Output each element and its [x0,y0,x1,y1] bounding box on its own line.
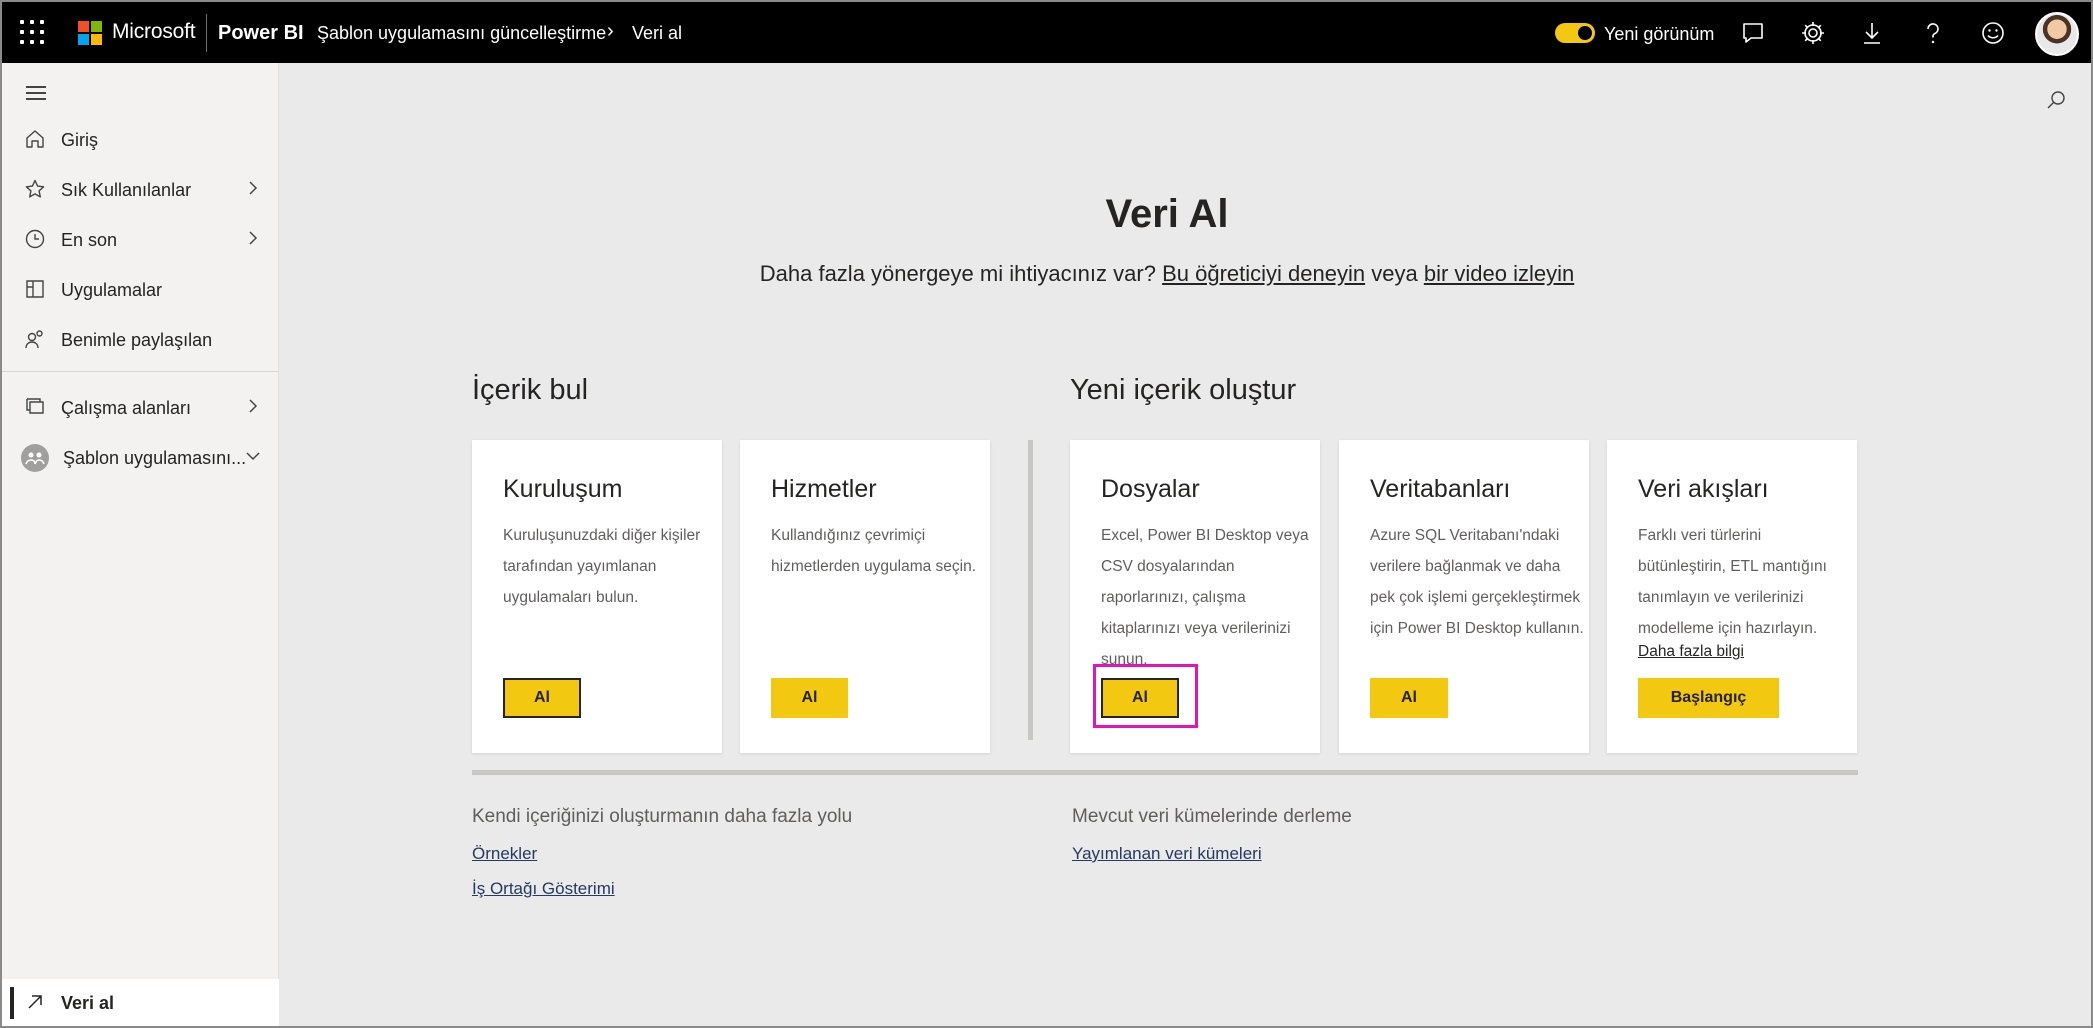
settings-gear-icon[interactable] [1799,19,1827,47]
get-organization-button[interactable]: Al [503,678,581,718]
sidebar-item-label: Giriş [61,130,98,150]
breadcrumb-chevron-icon: › [607,20,614,42]
card-services: Hizmetler Kullandığınız çevrimiçi hizmet… [740,440,990,753]
video-link[interactable]: bir video izleyin [1424,261,1574,286]
find-content-heading: İçerik bul [472,374,589,406]
search-icon[interactable] [2045,89,2067,111]
app-workspace-icon [21,444,49,472]
sidebar-item-template-app[interactable]: Şablon uygulamasını... [2,434,279,482]
sidebar-divider [2,371,279,372]
page-title: Veri Al [1105,192,1229,236]
microsoft-logo-icon [78,21,102,45]
card-description: Excel, Power BI Desktop veya CSV dosyala… [1101,527,1309,668]
feedback-icon[interactable] [1739,19,1767,47]
arrow-up-right-icon [28,995,42,1009]
get-databases-button[interactable]: Al [1370,678,1448,718]
card-organization: Kuruluşum Kuruluşunuzdaki diğer kişiler … [472,440,722,753]
top-bar: Microsoft Power BI Şablon uygulamasını g… [2,2,2091,63]
sidebar-item-home[interactable]: Giriş [2,116,279,164]
home-icon [26,130,44,148]
card-title: Kuruluşum [503,475,623,503]
section-horizontal-divider [472,770,1858,775]
power-bi-brand[interactable]: Power BI [218,22,304,45]
card-dataflows: Veri akışları Farklı veri türlerini bütü… [1607,440,1857,753]
page-subtitle: Daha fazla yönergeye mi ihtiyacınız var?… [2,261,2091,287]
smiley-feedback-icon[interactable] [1979,19,2007,47]
learn-more-link[interactable]: Daha fazla bilgi [1638,643,1744,661]
section-vertical-divider [1028,440,1033,740]
download-icon[interactable] [1858,19,1886,47]
card-description: Kuruluşunuzdaki diğer kişiler tarafından… [503,527,701,606]
sidebar-item-workspaces[interactable]: Çalışma alanları [2,384,279,432]
active-indicator [10,987,14,1019]
user-avatar[interactable] [2035,12,2079,56]
workspaces-icon [26,398,44,414]
published-datasets-link[interactable]: Yayımlanan veri kümeleri [1072,844,1262,864]
help-icon[interactable] [1919,19,1947,47]
breadcrumb-app[interactable]: Şablon uygulamasını güncelleştirme [317,23,606,44]
partner-showcase-link[interactable]: İş Ortağı Gösterimi [472,879,615,899]
sidebar-item-label: Şablon uygulamasını... [63,448,247,468]
card-title: Hizmetler [771,475,877,503]
highlight-annotation [1093,664,1198,728]
subtitle-text: Daha fazla yönergeye mi ihtiyacınız var? [759,261,1156,286]
sidebar-item-label: Çalışma alanları [61,398,192,418]
microsoft-brand[interactable]: Microsoft [112,20,196,44]
create-content-heading: Yeni içerik oluştur [1070,374,1297,406]
subtitle-or: veya [1371,261,1418,286]
shared-icon [25,330,43,349]
card-description: Farklı veri türlerini bütünleştirin, ETL… [1638,527,1827,637]
more-ways-heading: Kendi içeriğinizi oluşturmanın daha fazl… [472,806,853,827]
samples-link[interactable]: Örnekler [472,844,537,864]
breadcrumb-page: Veri al [632,23,683,43]
existing-datasets-heading: Mevcut veri kümelerinde derleme [1072,806,1352,827]
get-services-button[interactable]: Al [771,678,848,718]
sidebar-item-label: Veri al [61,993,115,1013]
new-look-label: Yeni görünüm [1604,24,1715,44]
card-description: Kullandığınız çevrimiçi hizmetlerden uyg… [771,527,977,575]
card-databases: Veritabanları Azure SQL Veritabanı'ndaki… [1339,440,1589,753]
card-description: Azure SQL Veritabanı'ndaki verilere bağl… [1370,527,1584,637]
get-started-button[interactable]: Başlangıç [1638,678,1779,718]
chevron-right-icon[interactable] [243,396,263,416]
hamburger-menu-icon[interactable] [26,85,46,101]
card-title: Dosyalar [1101,475,1200,503]
sidebar-item-shared[interactable]: Benimle paylaşılan [2,316,279,364]
sidebar-item-label: Benimle paylaşılan [61,330,213,350]
sidebar-item-get-data[interactable]: Veri al [2,979,279,1026]
new-look-toggle[interactable] [1555,23,1595,43]
card-title: Veri akışları [1638,475,1769,503]
app-launcher-icon[interactable] [20,20,44,44]
tutorial-link[interactable]: Bu öğreticiyi deneyin [1162,261,1365,286]
brand-divider [206,14,207,52]
app-window: Microsoft Power BI Şablon uygulamasını g… [0,0,2093,1028]
chevron-down-icon[interactable] [243,446,263,466]
card-title: Veritabanları [1370,475,1511,503]
